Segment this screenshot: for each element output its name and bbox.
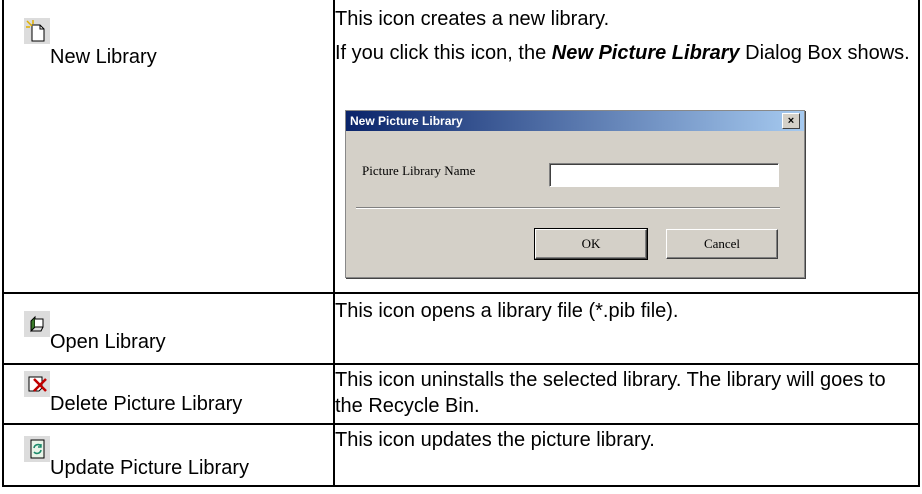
description-text: This icon uninstalls the selected librar… [335,369,886,417]
picture-library-name-input[interactable] [549,163,779,187]
description-text: If you click this icon, the New Picture … [335,42,910,64]
description-text: This icon updates the picture library. [335,429,655,451]
dialog-titlebar: New Picture Library × [346,111,804,131]
new-library-icon [24,18,50,44]
description-text: This icon creates a new library. [335,8,610,30]
cancel-button[interactable]: Cancel [666,229,778,259]
description-cell: This icon opens a library file (*.pib fi… [333,292,920,365]
delete-library-icon [24,371,50,397]
icon-cell: New Library [2,0,335,294]
dialog-title: New Picture Library [350,114,463,128]
row-label: Open Library [50,331,166,353]
open-library-icon [24,311,50,337]
table-row: Update Picture Library This icon updates… [2,423,920,487]
description-cell: This icon updates the picture library. [333,423,920,487]
table-row: Delete Picture Library This icon uninsta… [2,363,920,425]
icon-cell: Open Library [2,292,335,365]
close-button[interactable]: × [782,113,800,129]
row-label: Delete Picture Library [50,393,243,415]
row-label: Update Picture Library [50,457,249,479]
icon-cell: Update Picture Library [2,423,335,487]
picture-library-name-label: Picture Library Name [362,163,476,178]
dialog-separator [356,207,780,209]
row-label: New Library [50,46,157,68]
ok-button[interactable]: OK [534,228,648,260]
table-row: Open Library This icon opens a library f… [2,292,920,365]
update-library-icon [24,436,50,462]
description-cell: This icon uninstalls the selected librar… [333,363,920,425]
description-text: This icon opens a library file (*.pib fi… [335,300,679,322]
icon-cell: Delete Picture Library [2,363,335,425]
new-picture-library-dialog: New Picture Library × Picture Library Na… [345,110,805,278]
